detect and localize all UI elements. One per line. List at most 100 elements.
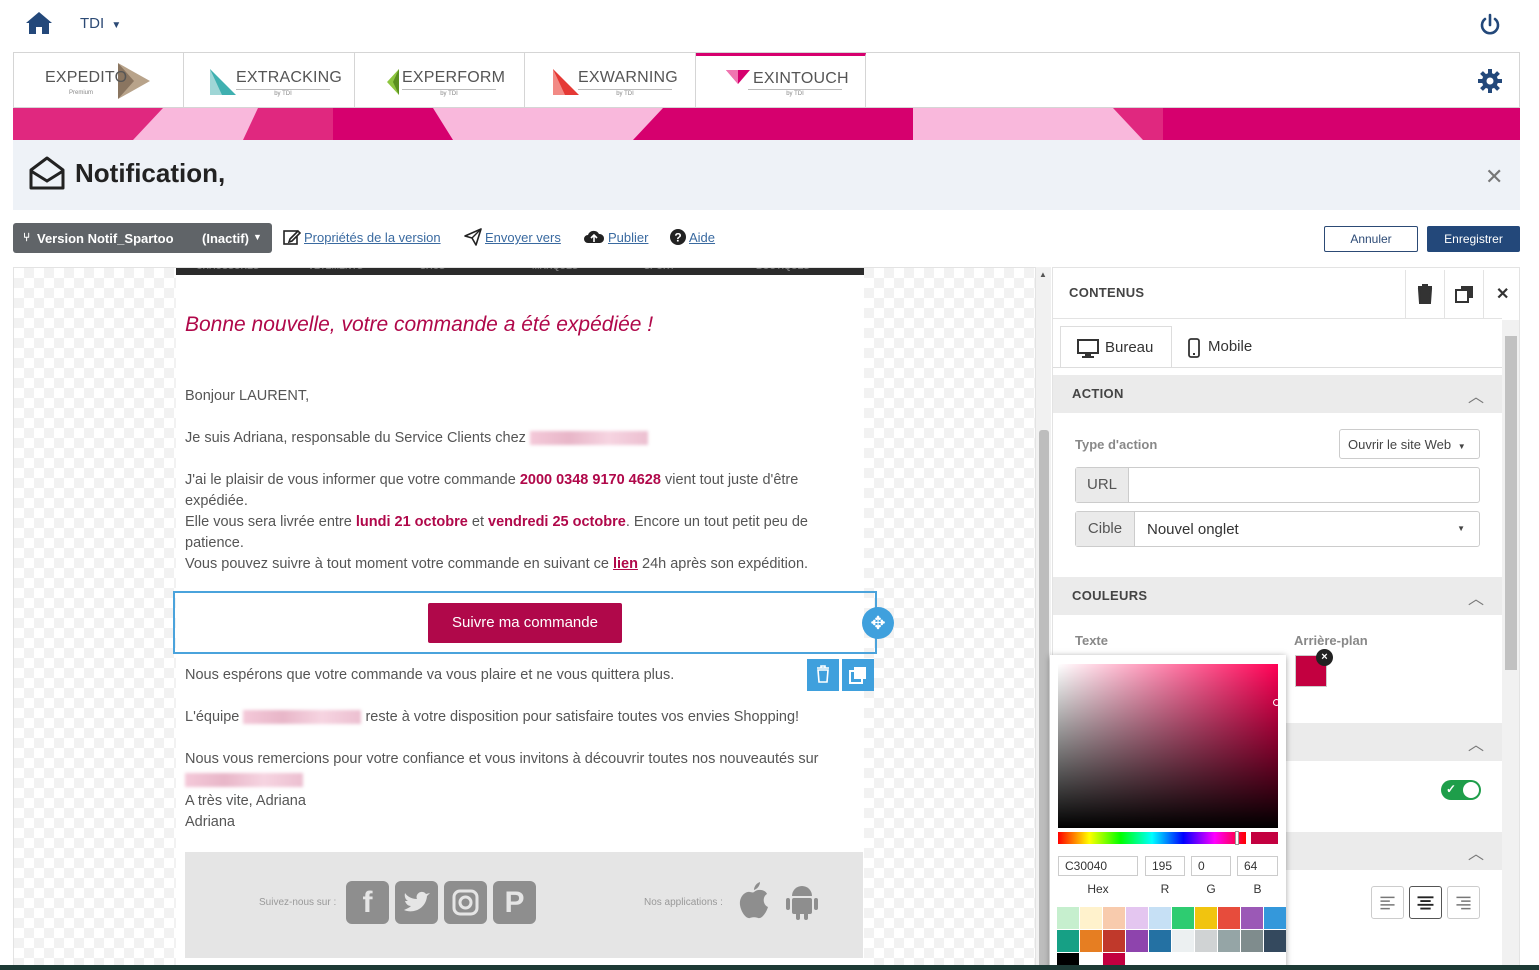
- color-swatch[interactable]: [1126, 930, 1148, 952]
- tracking-link[interactable]: lien: [613, 556, 638, 572]
- version-dropdown[interactable]: ⑂ Version Notif_Spartoo (Inactif) ▼: [13, 223, 272, 253]
- edit-icon: [283, 229, 301, 245]
- apps-label: Nos applications :: [644, 897, 723, 908]
- trash-icon: [1417, 284, 1433, 304]
- color-swatch[interactable]: [1195, 907, 1217, 929]
- email-nav-item[interactable]: CHAUSSURES: [196, 268, 259, 271]
- align-center-button[interactable]: [1409, 886, 1442, 919]
- caret-down-icon: ▼: [1457, 442, 1466, 451]
- version-properties-link[interactable]: Propriétés de la version: [304, 230, 441, 245]
- color-swatch[interactable]: [1103, 930, 1125, 952]
- home-icon[interactable]: [24, 10, 54, 36]
- color-swatch[interactable]: [1080, 930, 1102, 952]
- tab-extracking[interactable]: EXTRACKING by TDI: [184, 53, 355, 107]
- twitter-icon[interactable]: [395, 881, 438, 924]
- track-order-button[interactable]: Suivre ma commande: [428, 603, 622, 643]
- cancel-button[interactable]: Annuler: [1324, 226, 1418, 252]
- email-headline[interactable]: Bonne nouvelle, votre commande a été exp…: [185, 313, 653, 337]
- color-swatch[interactable]: [1218, 930, 1240, 952]
- email-nav-item[interactable]: SACS: [420, 268, 445, 271]
- color-swatch[interactable]: [1264, 930, 1286, 952]
- editor-scroll-thumb[interactable]: [1039, 430, 1049, 970]
- panel-duplicate-button[interactable]: [1444, 270, 1482, 318]
- paper-plane-icon: [464, 228, 482, 246]
- email-nav-item[interactable]: BOUTIQUES: [756, 268, 810, 271]
- align-left-button[interactable]: [1371, 886, 1404, 919]
- hue-slider[interactable]: [1058, 832, 1246, 844]
- section-colors-title: COULEURS: [1072, 588, 1148, 603]
- color-swatch[interactable]: [1172, 907, 1194, 929]
- tab-mobile[interactable]: Mobile: [1180, 326, 1292, 368]
- email-greeting[interactable]: Bonjour LAURENT,: [185, 386, 875, 407]
- tab-desktop[interactable]: Bureau: [1060, 326, 1172, 368]
- url-input[interactable]: [1129, 468, 1479, 502]
- color-swatch[interactable]: [1080, 907, 1102, 929]
- green-input[interactable]: 0: [1191, 856, 1231, 876]
- color-swatch[interactable]: [1149, 907, 1171, 929]
- email-editor-canvas[interactable]: CHAUSSURES VÊTEMENTS SACS MARQUES SPORT BOUTI…: [13, 267, 1036, 970]
- save-button[interactable]: Enregistrer: [1427, 226, 1520, 252]
- email-nav-item[interactable]: MARQUES: [532, 268, 578, 271]
- color-swatch[interactable]: [1195, 930, 1217, 952]
- section-action-header[interactable]: ACTION ︿: [1053, 375, 1502, 413]
- panel-close-button[interactable]: ✕: [1483, 270, 1521, 318]
- panel-scroll-thumb[interactable]: [1505, 336, 1517, 670]
- organization-dropdown[interactable]: TDI ▼: [80, 15, 121, 32]
- saturation-area[interactable]: [1058, 664, 1278, 828]
- apple-icon[interactable]: [736, 880, 772, 922]
- email-intro[interactable]: Je suis Adriana, responsable du Service …: [185, 428, 875, 449]
- clear-color-icon[interactable]: ×: [1316, 649, 1333, 666]
- send-to-link[interactable]: Envoyer vers: [485, 230, 561, 245]
- email-nav-item[interactable]: SPORT: [644, 268, 675, 271]
- action-type-label: Type d'action: [1075, 437, 1158, 452]
- color-swatch[interactable]: [1241, 930, 1263, 952]
- color-swatch[interactable]: [1264, 907, 1286, 929]
- hue-slider-handle[interactable]: [1235, 831, 1239, 845]
- email-thanks-text[interactable]: Nous vous remercions pour votre confianc…: [185, 749, 875, 833]
- email-paragraph-order[interactable]: J'ai le plaisir de vous informer que vot…: [185, 470, 875, 575]
- tab-expedito-sub: Premium: [68, 90, 93, 96]
- gear-icon[interactable]: [1477, 68, 1503, 94]
- email-team-text[interactable]: L'équipe reste à votre disposition pour …: [185, 707, 875, 728]
- color-swatch[interactable]: [1057, 907, 1079, 929]
- help-link[interactable]: Aide: [689, 230, 715, 245]
- delivery-text-d: patience.: [185, 535, 244, 551]
- instagram-icon[interactable]: [444, 881, 487, 924]
- hex-input[interactable]: C30040: [1058, 856, 1138, 876]
- power-icon[interactable]: [1478, 13, 1502, 37]
- panel-delete-button[interactable]: [1405, 270, 1443, 318]
- blue-input[interactable]: 64: [1237, 856, 1278, 876]
- android-icon[interactable]: [784, 880, 820, 922]
- tab-exintouch[interactable]: EXINTOUCH by TDI: [696, 53, 866, 107]
- color-swatch[interactable]: [1057, 930, 1079, 952]
- tab-expedito[interactable]: EXPEDITO Premium: [14, 53, 184, 107]
- close-icon[interactable]: ✕: [1485, 164, 1503, 190]
- tracking-text-b: 24h après son expédition.: [642, 556, 809, 572]
- tab-experform[interactable]: EXPERFORM by TDI: [355, 53, 525, 107]
- color-swatch[interactable]: [1126, 907, 1148, 929]
- tab-exwarning[interactable]: EXWARNING by TDI: [525, 53, 696, 107]
- red-input[interactable]: 195: [1145, 856, 1185, 876]
- target-select[interactable]: Nouvel onglet ▼: [1135, 512, 1479, 546]
- bottom-strip: [0, 965, 1539, 970]
- align-right-button[interactable]: [1447, 886, 1480, 919]
- color-swatch[interactable]: [1241, 907, 1263, 929]
- tab-experform-sub: by TDI: [402, 89, 496, 97]
- email-nav-item[interactable]: VÊTEMENTS: [308, 268, 363, 271]
- publish-link[interactable]: Publier: [608, 230, 648, 245]
- color-swatch[interactable]: [1172, 930, 1194, 952]
- email-hope-text[interactable]: Nous espérons que votre commande va vous…: [185, 665, 875, 686]
- action-type-select[interactable]: Ouvrir le site Web ▼: [1339, 429, 1480, 459]
- facebook-icon[interactable]: f: [346, 881, 389, 924]
- section-colors-header[interactable]: COULEURS ︿: [1053, 577, 1502, 615]
- color-swatch[interactable]: [1103, 907, 1125, 929]
- saturation-cursor[interactable]: [1273, 699, 1280, 706]
- color-swatch[interactable]: [1218, 907, 1240, 929]
- move-icon[interactable]: ✥: [862, 607, 894, 639]
- align-center-icon: [1417, 896, 1434, 910]
- app-tabs: EXPEDITO Premium EXTRACKING by TDI EXPER…: [13, 52, 1520, 108]
- color-swatch[interactable]: [1149, 930, 1171, 952]
- copy-icon: [1455, 286, 1473, 303]
- pinterest-icon[interactable]: P: [493, 881, 536, 924]
- scroll-up-icon[interactable]: ▲: [1039, 270, 1047, 279]
